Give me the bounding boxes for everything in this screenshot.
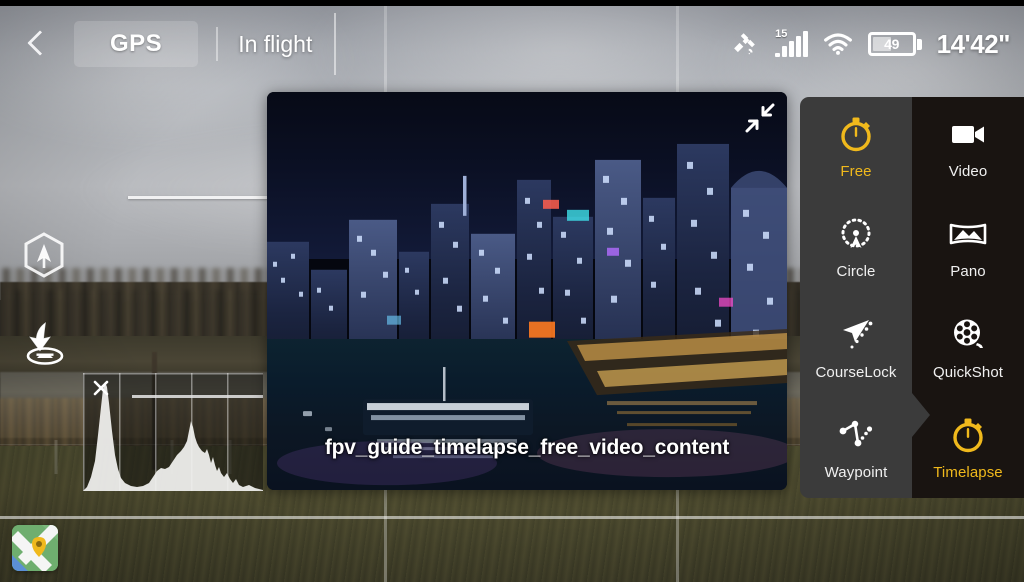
mode-circle-label: Circle bbox=[836, 263, 876, 281]
arrow-trail-icon bbox=[843, 319, 873, 349]
mode-video[interactable]: Video bbox=[912, 97, 1024, 197]
mode-free[interactable]: Free bbox=[800, 97, 912, 197]
stopwatch-icon bbox=[953, 418, 983, 453]
mode-video-label: Video bbox=[948, 163, 988, 181]
flight-mode-panel: Free Circle CourseLock Waypoint Video Pa… bbox=[800, 97, 1024, 498]
map-thumbnail-icon[interactable] bbox=[12, 525, 58, 571]
mode-timelapse-label: Timelapse bbox=[933, 463, 1003, 481]
mode-free-label: Free bbox=[840, 163, 872, 181]
signal-count-label: 15 bbox=[775, 28, 788, 40]
mode-circle[interactable]: Circle bbox=[800, 197, 912, 297]
signal-bars-icon: 15 bbox=[775, 28, 808, 57]
horizon-level-indicator bbox=[128, 196, 280, 199]
status-icons-group: 15 49 14'42" bbox=[730, 28, 1011, 60]
video-preview-player[interactable]: fpv_guide_timelapse_free_video_content bbox=[267, 92, 787, 490]
mode-courselock[interactable]: CourseLock bbox=[800, 298, 912, 398]
mode-pano-label: Pano bbox=[950, 263, 986, 281]
flight-state-label: In flight bbox=[238, 30, 313, 57]
preview-caption: fpv_guide_timelapse_free_video_content bbox=[324, 436, 730, 459]
mode-timelapse[interactable]: Timelapse bbox=[912, 398, 1024, 498]
gps-status-button[interactable]: GPS bbox=[74, 21, 199, 67]
back-chevron-icon[interactable] bbox=[22, 29, 52, 59]
return-to-home-icon[interactable] bbox=[20, 318, 70, 366]
mode-courselock-label: CourseLock bbox=[815, 363, 897, 381]
mode-quickshot[interactable]: QuickShot bbox=[912, 298, 1024, 398]
mode-waypoint[interactable]: Waypoint bbox=[800, 398, 912, 498]
minimize-arrows-icon[interactable] bbox=[742, 100, 778, 136]
mode-quickshot-label: QuickShot bbox=[932, 363, 1004, 381]
mode-pano[interactable]: Pano bbox=[912, 197, 1024, 297]
wifi-icon bbox=[823, 33, 852, 55]
top-status-bar: GPS In flight 15 49 14'42" bbox=[0, 0, 1024, 88]
flight-mode-column-right: Video Pano QuickShot Timelapse bbox=[912, 97, 1024, 498]
battery-icon: 49 bbox=[867, 32, 922, 56]
close-icon[interactable] bbox=[91, 378, 111, 398]
topbar-divider-2 bbox=[334, 13, 337, 75]
topbar-divider bbox=[216, 27, 219, 61]
mode-waypoint-label: Waypoint bbox=[824, 463, 888, 481]
dotted-circle-icon bbox=[841, 218, 871, 249]
film-reel-icon bbox=[954, 319, 983, 348]
preview-light-trails bbox=[277, 328, 787, 485]
flight-mode-column-left: Free Circle CourseLock Waypoint bbox=[800, 97, 912, 498]
camcorder-icon bbox=[952, 126, 984, 144]
satellite-icon bbox=[734, 33, 755, 55]
waypoint-path-icon bbox=[839, 420, 873, 447]
battery-percent-label: 49 bbox=[884, 36, 900, 52]
stopwatch-icon bbox=[841, 117, 871, 152]
flight-time-label: 14'42" bbox=[936, 28, 1011, 59]
hex-compass-icon[interactable] bbox=[22, 232, 66, 278]
histogram-panel bbox=[83, 373, 263, 491]
panorama-icon bbox=[949, 224, 987, 245]
bottom-telemetry-bar: 0.0 m/s H3.6 m 0.0 m/s D7 m EV 0.0 AE bbox=[0, 516, 1024, 582]
